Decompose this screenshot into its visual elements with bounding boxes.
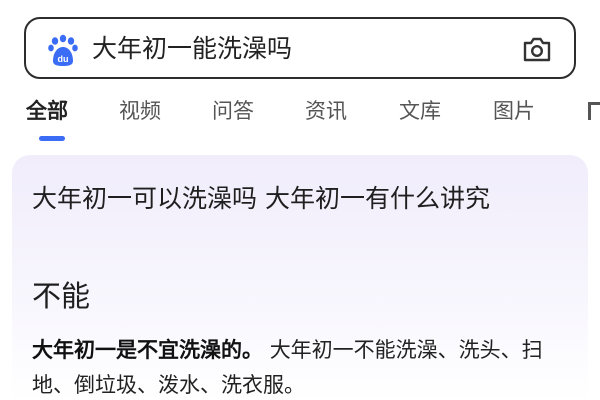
tab-overflow-more[interactable] [588,96,600,134]
answer-card[interactable]: 大年初一可以洗澡吗 大年初一有什么讲究 不能 大年初一是不宜洗澡的。 大年初一不… [12,155,588,400]
answer-summary-bold: 大年初一是不宜洗澡的。 [32,338,263,362]
search-bar[interactable]: du 大年初一能洗澡吗 [24,17,576,79]
active-tab-indicator [39,136,65,141]
result-tabs: 全部 视频 问答 资讯 文库 图片 [0,92,600,142]
search-query-text[interactable]: 大年初一能洗澡吗 [92,32,292,66]
tab-qa[interactable]: 问答 [212,96,254,126]
tab-images[interactable]: 图片 [493,96,535,126]
answer-card-title[interactable]: 大年初一可以洗澡吗 大年初一有什么讲究 [32,179,562,219]
camera-icon[interactable] [522,35,552,63]
baidu-logo-icon[interactable]: du [46,33,80,67]
answer-text: 不能 [32,279,91,313]
answer-summary: 大年初一是不宜洗澡的。 大年初一不能洗澡、洗头、扫地、倒垃圾、泼水、洗衣服。 [32,333,572,400]
tab-video[interactable]: 视频 [119,96,161,126]
tab-library[interactable]: 文库 [399,96,441,126]
search-results-page: du 大年初一能洗澡吗 全部 视频 问答 资讯 文库 图片 大年初一可以洗澡吗 … [0,0,600,400]
tab-news[interactable]: 资讯 [305,96,347,126]
tab-all[interactable]: 全部 [26,96,68,126]
svg-text:du: du [58,54,69,64]
